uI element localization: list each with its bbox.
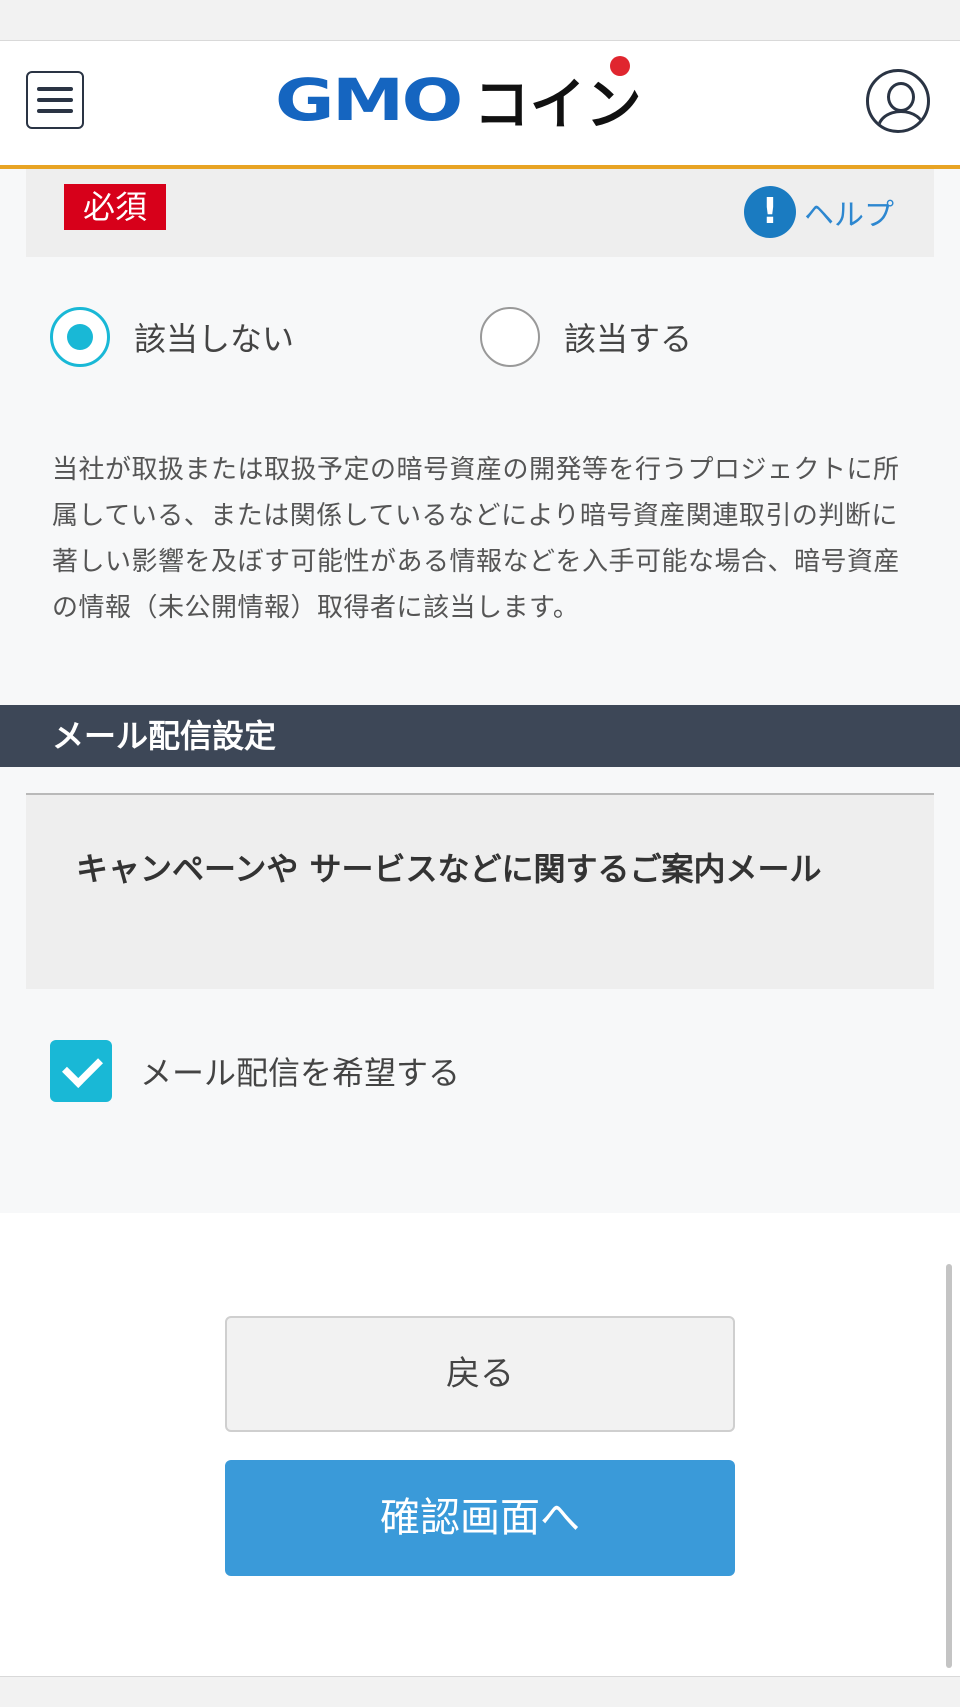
mail-setting-card: キャンペーンや サービスなどに関するご案内メール [26,793,934,989]
radio-button-unselected[interactable] [480,307,540,367]
confirm-button[interactable]: 確認画面へ [225,1460,735,1576]
radio-option-not-applicable[interactable]: 該当しない [50,305,294,369]
hamburger-menu-icon[interactable] [26,71,84,129]
user-account-icon[interactable] [866,69,930,133]
browser-top-bar [0,0,960,41]
help-label: ヘルプ [804,198,894,233]
mail-card-title: キャンペーンや サービスなどに関するご案内メール [76,850,822,888]
form-content: 必須 ! ヘルプ 該当しない 該当する 当社が取扱または取扱予定の暗号資産の開発… [0,169,960,1213]
logo-red-dot [609,55,630,76]
menu-line [37,87,73,91]
radio-button-selected[interactable] [50,307,110,367]
menu-line [37,98,73,102]
question-description: 当社が取扱または取扱予定の暗号資産の開発等を行うプロジェクトに所属している、また… [52,455,901,623]
section-title-mail: メール配信設定 [0,705,960,767]
logo-coin-label: コイン [473,72,642,138]
user-shoulders [877,110,925,130]
user-head [887,82,915,112]
scrollbar[interactable] [946,1264,952,1668]
question-header: 必須 ! ヘルプ [26,169,934,257]
radio-label: 該当する [564,320,693,358]
browser-bottom-bar [0,1676,960,1707]
gmo-coin-logo[interactable]: GMO コイン [275,55,642,138]
logo-gmo-text: GMO [275,66,463,134]
mail-optin-row[interactable]: メール配信を希望する [50,1039,460,1103]
mail-optin-label: メール配信を希望する [140,1054,461,1092]
required-badge: 必須 [64,184,166,230]
menu-line [37,109,73,113]
help-link[interactable]: ! ヘルプ [744,184,894,240]
radio-label: 該当しない [134,320,295,358]
logo-coin-text: コイン [473,55,642,141]
radio-option-applicable[interactable]: 該当する [480,305,692,369]
back-button[interactable]: 戻る [225,1316,735,1432]
mail-optin-checkbox[interactable] [50,1040,112,1102]
site-header: GMO コイン [0,41,960,169]
exclamation-icon: ! [744,186,796,238]
